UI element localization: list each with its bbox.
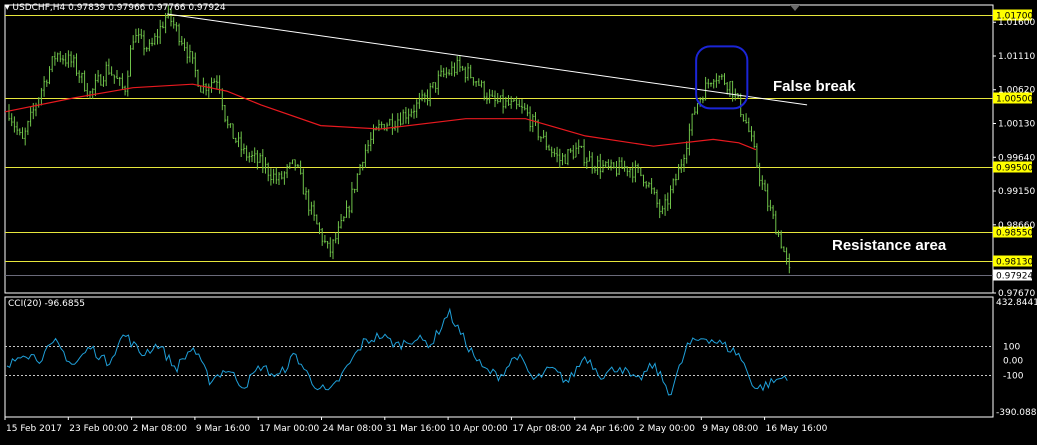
time-tick-label: 2 Mar 08:00 [133,424,188,434]
price-tick-label: 1.00130 [998,120,1035,130]
current-price-label: 0.97924 [996,272,1033,282]
level-label: 0.99500 [996,164,1033,174]
triangle-down-icon[interactable]: ▾ [5,3,10,13]
price-tick-label: 0.99640 [998,153,1035,163]
time-tick-label: 9 Mar 16:00 [196,424,251,434]
time-tick-label: 31 Mar 16:00 [386,424,446,434]
cci-level-label: 100 [1003,343,1020,353]
price-tick-label: 1.01110 [998,52,1035,62]
price-tick-label: 0.98660 [998,221,1035,231]
cci-level-label: -100 [1003,372,1024,382]
level-label: 0.98130 [996,258,1033,268]
time-tick-label: 17 Mar 00:00 [259,424,319,434]
candles-group [8,5,791,274]
time-tick-label: 16 May 16:00 [766,424,828,434]
indicator-panel-frame [4,296,994,418]
level-label: 1.00500 [996,95,1033,105]
time-tick-label: 24 Apr 16:00 [576,424,635,434]
false-break-annotation: False break [773,78,856,95]
time-tick-label: 10 Apr 00:00 [449,424,508,434]
moving-average-line [4,83,757,151]
time-tick-label: 9 May 08:00 [702,424,758,434]
resistance-area-annotation: Resistance area [832,237,947,254]
trendline [167,13,808,106]
symbol-header: ▾ USDCHF,H4 0.97839 0.97966 0.97766 0.97… [5,3,226,14]
cci-level-label: 0.00 [1003,357,1023,367]
price-tick-label: 1.00620 [998,86,1035,96]
cci-scale-top: 432.8441 [996,298,1037,308]
indicator-label: CCI(20) -96.6855 [8,299,86,309]
symbol-label: USDCHF,H4 [12,3,66,13]
chart-canvas[interactable]: 1.017001.005000.995000.985500.981300.979… [0,0,1037,441]
time-tick-label: 24 Mar 08:00 [323,424,383,434]
time-tick-label: 2 May 00:00 [639,424,695,434]
time-tick-label: 15 Feb 2017 [6,424,62,434]
cci-line [6,307,788,396]
cci-scale-bottom: -390.0889 [996,408,1037,418]
scroll-marker [790,5,800,11]
time-tick-label: 23 Feb 00:00 [69,424,128,434]
ohlc-values: 0.97839 0.97966 0.97766 0.97924 [68,3,226,13]
price-tick-label: 1.01600 [998,18,1035,28]
chart-window[interactable]: 1.01700 1.00500 0.99500 0.98550 0.98130 0.979… [0,0,1037,441]
time-tick-label: 17 Apr 08:00 [512,424,571,434]
price-tick-label: 0.99150 [998,187,1035,197]
